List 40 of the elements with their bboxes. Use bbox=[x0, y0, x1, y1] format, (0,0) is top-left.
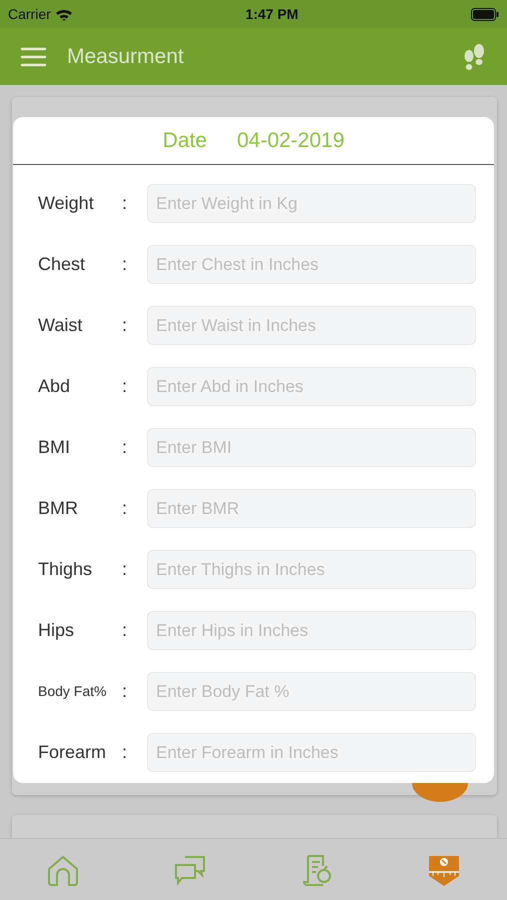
field-label: Body Fat% bbox=[38, 682, 108, 701]
menu-icon[interactable] bbox=[20, 46, 47, 68]
field-label: BMR bbox=[38, 497, 79, 520]
input-field[interactable]: Enter BMR bbox=[147, 489, 476, 528]
colon-separator: : bbox=[122, 314, 128, 337]
input-field[interactable]: Enter Weight in Kg bbox=[147, 184, 476, 223]
add-button[interactable] bbox=[412, 783, 468, 802]
date-value: 04-02-2019 bbox=[236, 128, 344, 154]
field-label: Thighs bbox=[38, 558, 94, 581]
footprints-icon[interactable] bbox=[463, 42, 487, 70]
input-field[interactable]: Enter Hips in Inches bbox=[147, 611, 476, 650]
colon-separator: : bbox=[122, 436, 128, 459]
input-field[interactable]: Enter BMI bbox=[147, 428, 476, 467]
colon-separator: : bbox=[122, 680, 128, 703]
colon-separator: : bbox=[122, 558, 128, 581]
input-field[interactable]: Enter Chest in Inches bbox=[147, 245, 476, 284]
field-label: Hips bbox=[38, 619, 76, 642]
input-field[interactable]: Enter Thighs in Inches bbox=[147, 550, 476, 589]
input-field[interactable]: Enter Waist in Inches bbox=[147, 306, 476, 345]
battery-icon bbox=[470, 8, 499, 20]
colon-separator: : bbox=[122, 619, 128, 642]
colon-separator: : bbox=[122, 497, 128, 520]
field-label: Waist bbox=[38, 314, 84, 337]
input-field[interactable]: Enter Abd in Inches bbox=[147, 367, 476, 406]
colon-separator: : bbox=[122, 375, 128, 398]
colon-separator: : bbox=[122, 741, 128, 764]
field-label: Weight bbox=[38, 192, 95, 215]
input-field[interactable]: Enter Body Fat % bbox=[147, 672, 476, 711]
field-label: BMI bbox=[38, 436, 72, 459]
colon-separator: : bbox=[122, 253, 128, 276]
field-label: Abd bbox=[38, 375, 72, 398]
screen-title: Measurment bbox=[67, 44, 184, 70]
status-time: 1:47 PM bbox=[245, 4, 298, 24]
field-label: Chest bbox=[38, 253, 86, 276]
wifi-icon bbox=[54, 8, 73, 20]
input-field[interactable]: Enter Forearm in Inches bbox=[147, 733, 476, 772]
colon-separator: : bbox=[122, 192, 128, 215]
date-label: Date bbox=[162, 128, 207, 154]
carrier-name: Carrier bbox=[8, 4, 51, 24]
field-label: Forearm bbox=[38, 741, 108, 764]
